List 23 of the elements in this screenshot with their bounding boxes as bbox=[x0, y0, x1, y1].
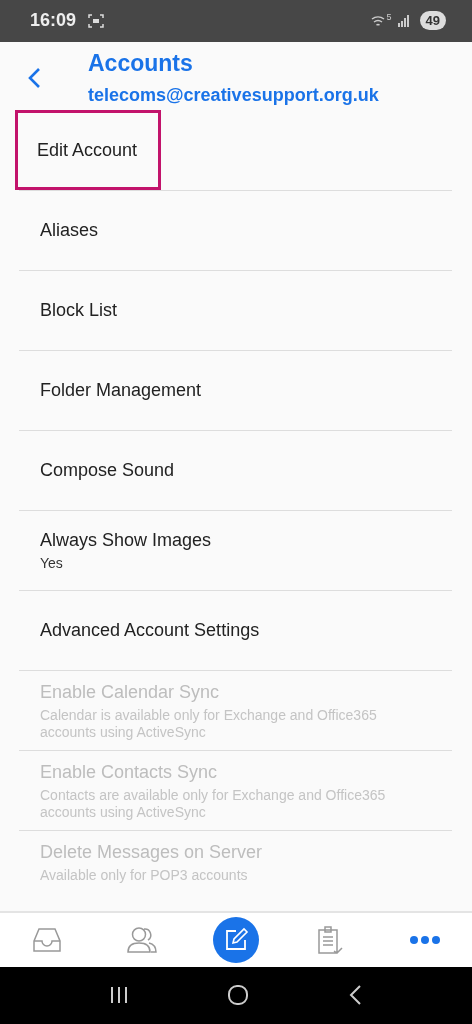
settings-item[interactable]: Edit Account bbox=[15, 110, 161, 191]
wifi-icon bbox=[370, 13, 387, 28]
settings-item[interactable]: Compose Sound bbox=[19, 431, 196, 511]
screenshot-icon bbox=[88, 13, 105, 28]
page-title: Accounts bbox=[88, 50, 194, 78]
inbox-icon[interactable] bbox=[32, 926, 63, 953]
battery-indicator: 49 bbox=[419, 11, 446, 31]
wifi-band-label: 5 bbox=[386, 12, 392, 22]
contacts-icon[interactable] bbox=[126, 925, 157, 954]
settings-item[interactable]: Always Show Images Yes bbox=[19, 511, 233, 591]
account-email: telecoms@creativesupport.org.uk bbox=[88, 85, 379, 107]
back-icon[interactable] bbox=[348, 984, 363, 1007]
settings-item[interactable]: Folder Management bbox=[19, 351, 223, 431]
compose-icon[interactable] bbox=[213, 916, 259, 963]
signal-icon bbox=[397, 14, 410, 27]
settings-item[interactable]: Aliases bbox=[19, 191, 120, 271]
clipboard-icon[interactable] bbox=[316, 924, 345, 955]
more-icon[interactable] bbox=[408, 934, 441, 945]
settings-item[interactable]: Advanced Account Settings bbox=[19, 591, 281, 671]
recent-apps-icon[interactable] bbox=[109, 986, 128, 1005]
clock: 16:09 bbox=[30, 10, 77, 32]
settings-item[interactable]: Block List bbox=[19, 271, 139, 351]
home-icon[interactable] bbox=[227, 985, 249, 1006]
